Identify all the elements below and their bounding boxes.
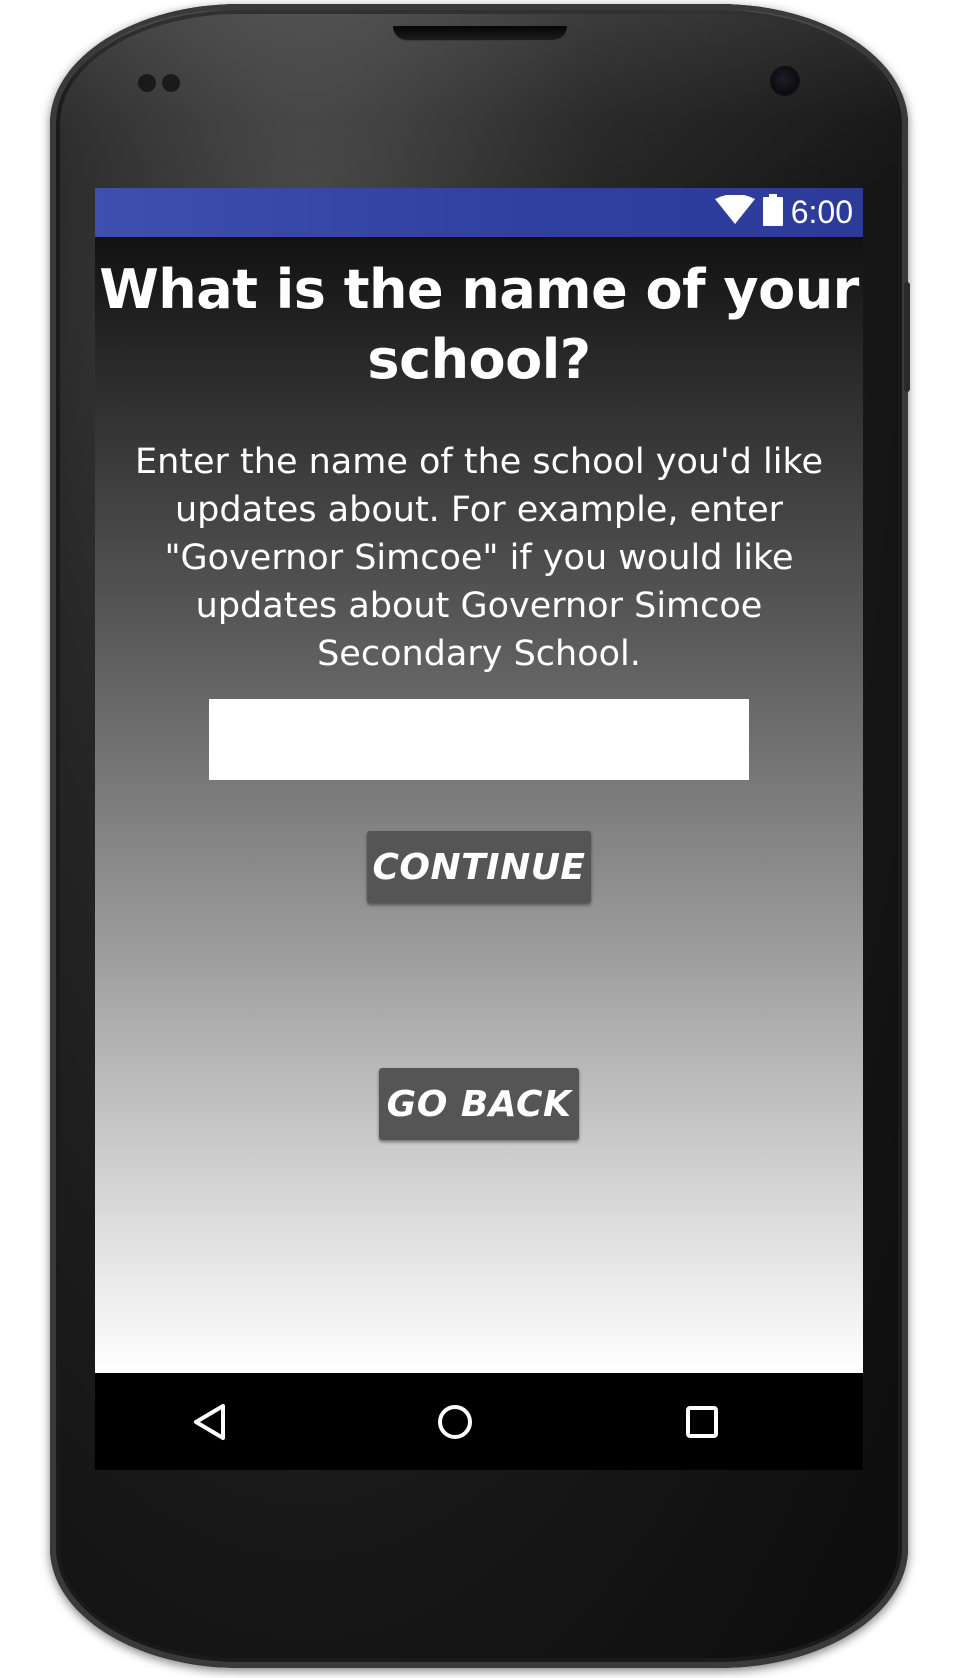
status-bar: 6:00: [95, 188, 863, 237]
recents-icon[interactable]: [677, 1397, 727, 1447]
page-title: What is the name of your school?: [99, 258, 859, 391]
device-screen: 6:00 What is the name of your school? En…: [95, 188, 863, 1470]
light-sensor: [162, 74, 180, 92]
continue-button[interactable]: CONTINUE: [367, 831, 591, 903]
school-name-input[interactable]: [209, 699, 749, 780]
navigation-bar: [95, 1373, 863, 1470]
instructions-text: Enter the name of the school you'd like …: [134, 442, 824, 674]
home-icon[interactable]: [430, 1397, 480, 1447]
go-back-button[interactable]: GO BACK: [379, 1068, 579, 1140]
front-camera: [770, 66, 800, 96]
status-icons: 6:00: [714, 188, 853, 237]
power-button: [904, 282, 910, 392]
status-time: 6:00: [790, 194, 853, 230]
wifi-icon: [714, 194, 755, 230]
earpiece-speaker: [393, 26, 567, 40]
battery-icon: [762, 194, 783, 231]
school-name-screen: What is the name of your school? Enter t…: [95, 237, 863, 1373]
proximity-sensor: [138, 74, 156, 92]
back-icon[interactable]: [185, 1397, 235, 1447]
